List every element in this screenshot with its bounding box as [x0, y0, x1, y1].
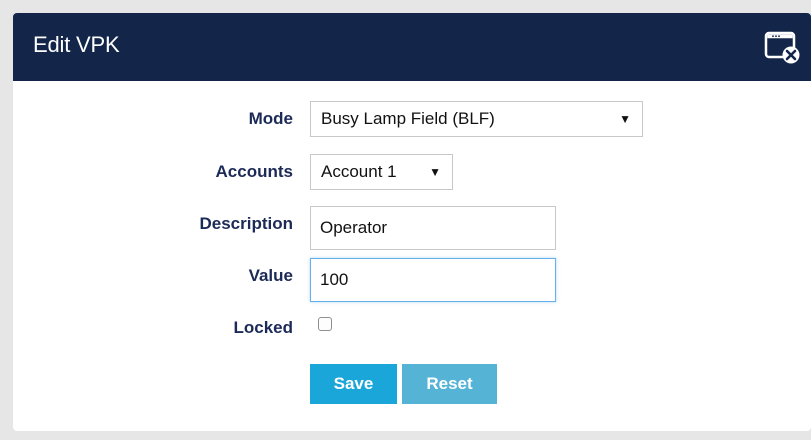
mode-label: Mode [248, 109, 293, 128]
accounts-label: Accounts [215, 162, 293, 181]
value-field[interactable]: 100 [310, 258, 556, 302]
accounts-select[interactable]: Account 1 ▼ [310, 154, 453, 190]
triangle-down-icon: ▼ [619, 112, 631, 126]
dialog-title-bar: Edit VPK [13, 13, 811, 81]
mode-select[interactable]: Busy Lamp Field (BLF) ▼ [310, 101, 643, 137]
accounts-select-value: Account 1 [321, 162, 397, 181]
dialog-title: Edit VPK [33, 32, 120, 57]
mode-select-value: Busy Lamp Field (BLF) [321, 109, 495, 128]
description-field[interactable]: Operator [310, 206, 556, 250]
close-window-icon [764, 31, 800, 64]
description-label: Description [199, 214, 293, 233]
locked-checkbox[interactable] [318, 317, 332, 331]
locked-label: Locked [233, 318, 293, 337]
reset-button[interactable]: Reset [402, 364, 497, 404]
save-button[interactable]: Save [310, 364, 397, 404]
close-dialog-button[interactable] [764, 29, 802, 65]
edit-vpk-dialog: Edit VPK Mode Busy Lamp Field (BLF) ▼ Ac… [13, 13, 811, 431]
triangle-down-icon: ▼ [429, 165, 441, 179]
value-label: Value [248, 266, 293, 285]
